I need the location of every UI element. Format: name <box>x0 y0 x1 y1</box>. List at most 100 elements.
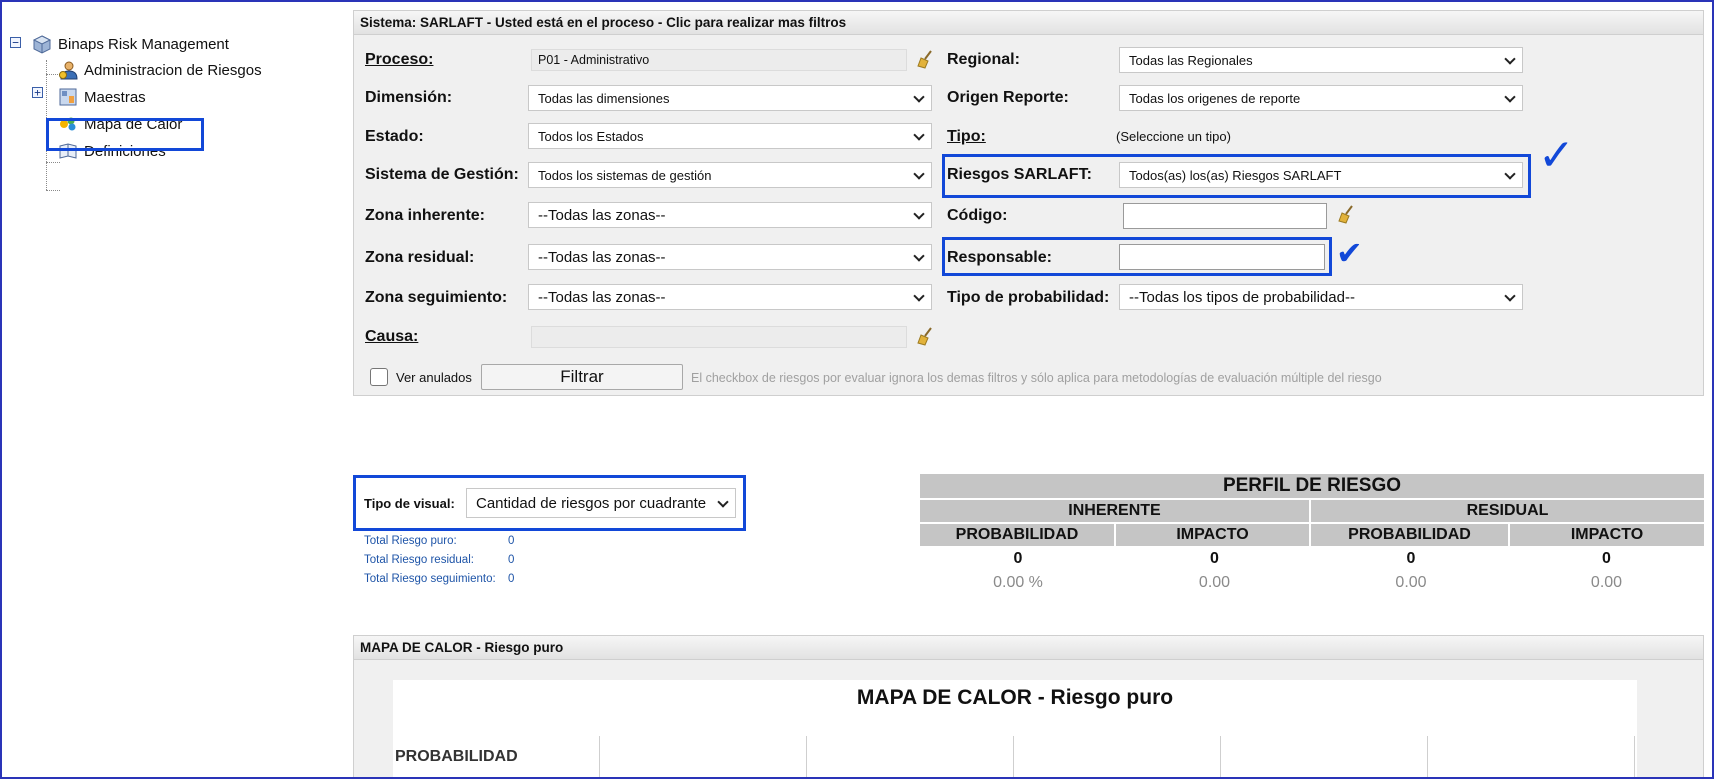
zona-seguimiento-select[interactable]: --Todas las zonas-- <box>528 284 932 310</box>
total-label: Total Riesgo residual: <box>364 554 474 566</box>
responsable-input[interactable] <box>1119 244 1325 270</box>
regional-select[interactable]: Todas las Regionales <box>1119 47 1523 73</box>
chevron-down-icon <box>913 129 925 141</box>
tree-item-label: Maestras <box>84 88 146 106</box>
inherente-header: INHERENTE <box>920 500 1311 522</box>
grid-line <box>599 736 600 777</box>
tree-root[interactable]: Binaps Risk Management <box>32 34 229 54</box>
chevron-down-icon <box>913 208 925 220</box>
total-label: Total Riesgo seguimiento: <box>364 573 496 585</box>
tree-connector <box>46 190 60 191</box>
tipo-visual-select[interactable]: Cantidad de riesgos por cuadrante <box>466 488 736 518</box>
zona-inherente-value: --Todas las zonas-- <box>538 207 666 224</box>
riesgos-sarlaft-select[interactable]: Todos(as) los(as) Riesgos SARLAFT <box>1119 162 1523 188</box>
mapa-axis-label: PROBABILIDAD <box>395 748 518 765</box>
zona-residual-label: Zona residual: <box>365 249 475 266</box>
grid-line <box>1220 736 1221 777</box>
causa-label[interactable]: Causa: <box>365 328 418 346</box>
proceso-label[interactable]: Proceso: <box>365 51 433 69</box>
clear-broom-icon[interactable] <box>915 49 935 69</box>
estado-label: Estado: <box>365 128 424 145</box>
ver-anulados-checkbox[interactable] <box>370 368 388 386</box>
total-value: 0 <box>508 535 515 547</box>
perfil-title: PERFIL DE RIESGO <box>920 474 1704 498</box>
causa-field <box>531 326 907 348</box>
perfil-value: 0 <box>1013 550 1023 567</box>
clear-broom-icon[interactable] <box>1336 204 1356 224</box>
riesgos-sarlaft-value: Todos(as) los(as) Riesgos SARLAFT <box>1129 168 1342 183</box>
tree-item-label: Administracion de Riesgos <box>84 61 262 79</box>
user-admin-icon <box>59 61 78 80</box>
tree-item-administracion[interactable]: Administracion de Riesgos <box>58 60 262 80</box>
perfil-percent: 0.00 % <box>993 574 1043 591</box>
zona-seguimiento-value: --Todas las zonas-- <box>538 289 666 306</box>
dimension-label: Dimensión: <box>365 89 453 106</box>
estado-value: Todos los Estados <box>538 129 644 144</box>
chevron-down-icon <box>717 496 729 508</box>
regional-label: Regional: <box>947 51 1020 68</box>
total-value: 0 <box>508 554 515 566</box>
origen-label: Origen Reporte: <box>947 89 1069 106</box>
origen-select[interactable]: Todas los origenes de reporte <box>1119 85 1523 111</box>
proceso-field: P01 - Administrativo <box>531 49 907 71</box>
tipo-visual-label: Tipo de visual: <box>364 496 455 511</box>
chevron-down-icon <box>1504 53 1516 65</box>
sistema-select[interactable]: Todos los sistemas de gestión <box>528 162 932 188</box>
tree-item-maestras[interactable]: Maestras <box>58 87 146 107</box>
mapa-title: MAPA DE CALOR - Riesgo puro <box>856 686 1174 709</box>
checkmark-icon: ✔ <box>1336 235 1363 271</box>
chevron-down-icon <box>913 250 925 262</box>
probabilidad-header: PROBABILIDAD <box>1311 524 1510 546</box>
zona-residual-select[interactable]: --Todas las zonas-- <box>528 244 932 270</box>
zona-seguimiento-label: Zona seguimiento: <box>365 289 508 306</box>
checkmark-icon: ✓ <box>1538 131 1575 180</box>
tipo-probabilidad-select[interactable]: --Todas los tipos de probabilidad-- <box>1119 284 1523 310</box>
tree-root-label: Binaps Risk Management <box>58 35 229 53</box>
dimension-value: Todas las dimensiones <box>538 91 670 106</box>
collapse-icon[interactable]: − <box>10 37 21 48</box>
tipo-probabilidad-label: Tipo de probabilidad: <box>947 289 1110 306</box>
sistema-value: Todos los sistemas de gestión <box>538 168 712 183</box>
perfil-percent: 0.00 <box>1395 574 1427 591</box>
perfil-percent: 0.00 <box>1198 574 1231 591</box>
codigo-input[interactable] <box>1123 203 1327 229</box>
impacto-header: IMPACTO <box>1116 524 1311 546</box>
perfil-value: 0 <box>1406 550 1416 567</box>
grid-line <box>1634 736 1635 777</box>
riesgos-sarlaft-label: Riesgos SARLAFT: <box>947 166 1092 183</box>
regional-value: Todas las Regionales <box>1129 53 1253 68</box>
tipo-value: (Seleccione un tipo) <box>1116 129 1231 144</box>
impacto-header: IMPACTO <box>1510 524 1704 546</box>
grid-line <box>1427 736 1428 777</box>
zona-inherente-label: Zona inherente: <box>365 207 486 224</box>
chevron-down-icon <box>1504 290 1516 302</box>
dimension-select[interactable]: Todas las dimensiones <box>528 85 932 111</box>
codigo-label: Código: <box>947 207 1008 224</box>
grid-line <box>1013 736 1014 777</box>
checkbox-note: El checkbox de riesgos por evaluar ignor… <box>691 371 1382 385</box>
grid-icon <box>59 88 77 106</box>
sistema-label: Sistema de Gestión: <box>365 166 519 183</box>
chevron-down-icon <box>913 91 925 103</box>
filtrar-button[interactable]: Filtrar <box>481 364 683 390</box>
chevron-down-icon <box>1504 91 1516 103</box>
mapa-header: MAPA DE CALOR - Riesgo puro <box>354 636 1703 660</box>
highlight-box <box>46 118 204 151</box>
ver-anulados-label: Ver anulados <box>396 370 472 385</box>
tipo-label[interactable]: Tipo: <box>947 128 986 146</box>
expand-icon[interactable]: + <box>32 87 43 98</box>
responsable-label: Responsable: <box>947 249 1052 266</box>
origen-value: Todas los origenes de reporte <box>1129 91 1301 106</box>
package-icon <box>32 35 52 54</box>
app-frame: − Binaps Risk Management Administracion … <box>0 0 1714 779</box>
total-label: Total Riesgo puro: <box>364 535 457 547</box>
clear-broom-icon[interactable] <box>915 326 935 346</box>
estado-select[interactable]: Todos los Estados <box>528 123 932 149</box>
tipo-visual-value: Cantidad de riesgos por cuadrante <box>476 495 707 512</box>
filters-header[interactable]: Sistema: SARLAFT - Usted está en el proc… <box>354 11 1703 35</box>
tipo-probabilidad-value: --Todas los tipos de probabilidad-- <box>1129 289 1355 306</box>
residual-header: RESIDUAL <box>1311 500 1704 522</box>
perfil-value: 0 <box>1210 550 1219 567</box>
total-value: 0 <box>508 573 515 585</box>
zona-inherente-select[interactable]: --Todas las zonas-- <box>528 202 932 228</box>
